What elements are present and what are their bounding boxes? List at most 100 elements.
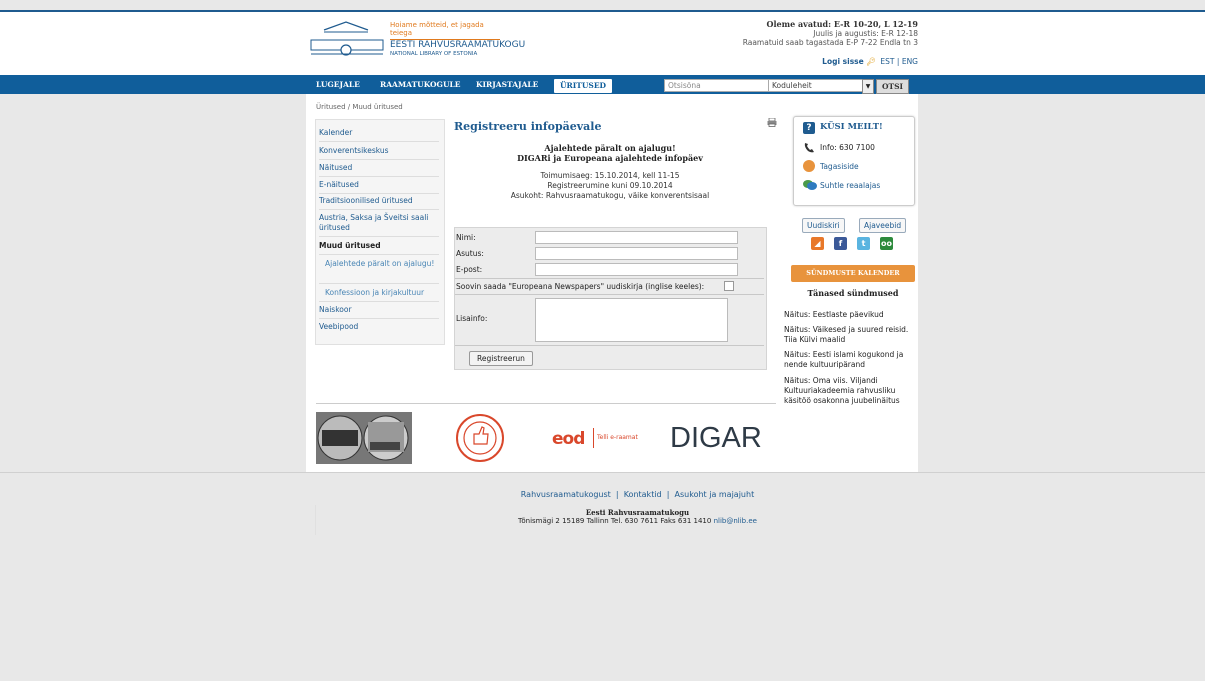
blogs-tab[interactable]: Ajaveebid xyxy=(859,218,907,233)
menu-divider xyxy=(319,236,439,237)
event-title-1: Ajalehtede päralt on ajalugu! xyxy=(544,143,676,153)
logo-divider xyxy=(316,403,776,404)
phone-icon xyxy=(804,143,814,153)
event-item[interactable]: Näitus: Eestlaste päevikud xyxy=(784,310,916,320)
search-button[interactable]: OTSI xyxy=(876,79,910,94)
chevron-down-icon[interactable]: ▼ xyxy=(862,79,874,94)
library-name[interactable]: EESTI RAHVUSRAAMATUKOGU xyxy=(390,40,525,50)
sidebar-item-e-naitused[interactable]: E-näitused xyxy=(319,180,441,190)
footer-email-link[interactable]: nlib@nlib.ee xyxy=(714,517,757,525)
opening-hours: Oleme avatud: E-R 10-20, L 12-19 Juulis … xyxy=(742,19,918,48)
event-item[interactable]: Näitus: Oma viis. Viljandi Kultuuriakade… xyxy=(784,376,916,406)
slogan: Hoiame mõtteid, et jagada teiega xyxy=(390,21,500,40)
hours-line-1: Oleme avatud: E-R 10-20, L 12-19 xyxy=(766,19,918,29)
sidebar-item-traditsioonilised[interactable]: Traditsioonilised üritused xyxy=(319,196,441,206)
org-field[interactable] xyxy=(535,247,738,260)
sidebar-item-konverentsikeskus[interactable]: Konverentsikeskus xyxy=(319,146,441,156)
footer-link-about[interactable]: Rahvusraamatukogust xyxy=(521,490,611,499)
event-deadline: Registreerumine kuni 09.10.2014 xyxy=(547,181,673,190)
chat-link[interactable]: Suhtle reaalajas xyxy=(820,181,880,190)
menu-divider xyxy=(319,209,439,210)
register-button[interactable]: Registreerun xyxy=(469,351,533,366)
menu-divider xyxy=(319,159,439,160)
footer-separator: | xyxy=(666,490,670,499)
newsletter-checkbox[interactable] xyxy=(724,281,734,291)
footer-org-name: Eesti Rahvusraamatukogu xyxy=(585,508,690,517)
sidebar-item-naiskoor[interactable]: Naiskoor xyxy=(319,305,441,315)
email-field[interactable] xyxy=(535,263,738,276)
search-input[interactable]: Otsisõna xyxy=(664,79,769,92)
form-divider xyxy=(455,294,764,295)
lang-separator: | xyxy=(896,57,900,66)
extra-info-label: Lisainfo: xyxy=(456,314,488,323)
footer-link-location[interactable]: Asukoht ja majajuht xyxy=(675,490,755,499)
event-item[interactable]: Näitus: Eesti islami kogukond ja nende k… xyxy=(784,350,916,370)
nav-uritused[interactable]: ÜRITUSED xyxy=(553,78,614,94)
event-heading: Ajalehtede päralt on ajalugu! DIGARi ja … xyxy=(454,143,766,163)
menu-divider xyxy=(319,141,439,142)
newsletter-label: Soovin saada "Europeana Newspapers" uudi… xyxy=(456,282,705,291)
lang-eng[interactable]: ENG xyxy=(902,57,918,66)
library-name-en: NATIONAL LIBRARY OF ESTONIA xyxy=(390,51,478,57)
chat-icon xyxy=(803,180,817,190)
footer-link-contacts[interactable]: Kontaktid xyxy=(624,490,662,499)
menu-divider xyxy=(319,254,439,255)
nav-kirjastajale[interactable]: KIRJASTAJALE xyxy=(476,75,538,94)
feedback-icon xyxy=(803,160,815,172)
page-title: Registreeru infopäevale xyxy=(454,120,602,133)
name-field[interactable] xyxy=(535,231,738,244)
footer-links: Rahvusraamatukogust | Kontaktid | Asukoh… xyxy=(0,490,1205,499)
lang-est[interactable]: EST xyxy=(880,57,894,66)
rss-icon[interactable]: ◢ xyxy=(811,237,824,250)
breadcrumb: Üritused / Muud üritused xyxy=(316,103,403,111)
events-calendar-button[interactable]: SÜNDMUSTE KALENDER xyxy=(791,265,915,282)
tripadvisor-icon[interactable]: oo xyxy=(880,237,893,250)
nav-lugejale[interactable]: LUGEJALE xyxy=(316,75,360,94)
footer-divider xyxy=(0,472,1205,473)
print-icon[interactable] xyxy=(767,118,777,127)
sidebar-item-austria-saal[interactable]: Austria, Saksa ja Šveitsi saali üritused xyxy=(319,213,441,233)
eod-divider xyxy=(593,428,594,448)
nav-raamatukogule[interactable]: RAAMATUKOGULE xyxy=(380,75,461,94)
eod-tagline: Telli e-raamat xyxy=(597,434,638,441)
ask-us-title: KÜSI MEILT! xyxy=(820,122,883,132)
header xyxy=(0,12,1205,75)
footer-address: Tõnismägi 2 15189 Tallinn Tel. 630 7611 … xyxy=(0,517,1205,525)
hours-line-3: Raamatuid saab tagastada E-P 7-22 Endla … xyxy=(742,38,918,47)
sidebar-subitem-ajalehtede[interactable]: Ajalehtede päralt on ajalugu! xyxy=(319,259,447,269)
facebook-icon[interactable]: f xyxy=(834,237,847,250)
question-icon: ? xyxy=(803,122,815,134)
form-divider xyxy=(455,278,764,279)
todays-events-title: Tänased sündmused xyxy=(807,288,899,298)
footer-separator: | xyxy=(615,490,619,499)
name-label: Nimi: xyxy=(456,233,476,242)
event-info: Toimumisaeg: 15.10.2014, kell 11-15 Regi… xyxy=(454,171,766,201)
hours-line-2: Juulis ja augustis: E-R 12-18 xyxy=(813,29,918,38)
feedback-link[interactable]: Tagasiside xyxy=(820,162,859,171)
twitter-icon[interactable]: t xyxy=(857,237,870,250)
menu-divider xyxy=(319,301,439,302)
digar-logo[interactable]: DIGAR xyxy=(670,422,762,455)
event-location: Asukoht: Rahvusraamatukogu, väike konver… xyxy=(510,191,710,200)
form-divider xyxy=(455,345,764,346)
login-link[interactable]: Logi sisse xyxy=(822,57,864,66)
search-scope-select[interactable]: Koduleheit xyxy=(768,79,872,92)
eod-logo[interactable]: eod xyxy=(552,429,585,449)
sidebar-item-kalender[interactable]: Kalender xyxy=(319,128,441,138)
quality-seal-icon[interactable] xyxy=(455,413,505,463)
extra-info-textarea[interactable] xyxy=(535,298,728,342)
sidebar-item-veebipood[interactable]: Veebipood xyxy=(319,322,441,332)
event-item[interactable]: Näitus: Väikesed ja suured reisid. Tiia … xyxy=(784,325,916,345)
footer-address-text: Tõnismägi 2 15189 Tallinn Tel. 630 7611 … xyxy=(518,517,712,525)
event-time: Toimumisaeg: 15.10.2014, kell 11-15 xyxy=(540,171,680,180)
sidebar-item-muud-uritused[interactable]: Muud üritused xyxy=(319,241,441,251)
digar-logo-text: DIGAR xyxy=(670,422,762,454)
org-label: Asutus: xyxy=(456,249,484,258)
sidebar-item-naitused[interactable]: Näitused xyxy=(319,163,441,173)
email-label: E-post: xyxy=(456,265,483,274)
newsletter-tab[interactable]: Uudiskiri xyxy=(802,218,845,233)
sidebar-subitem-konfessioon[interactable]: Konfessioon ja kirjakultuur xyxy=(319,288,447,298)
key-icon: 🔑︎ xyxy=(866,57,876,66)
event-title-2: DIGARi ja Europeana ajalehtede infopäev xyxy=(517,153,703,163)
newspapers-collage-image[interactable] xyxy=(316,412,412,464)
